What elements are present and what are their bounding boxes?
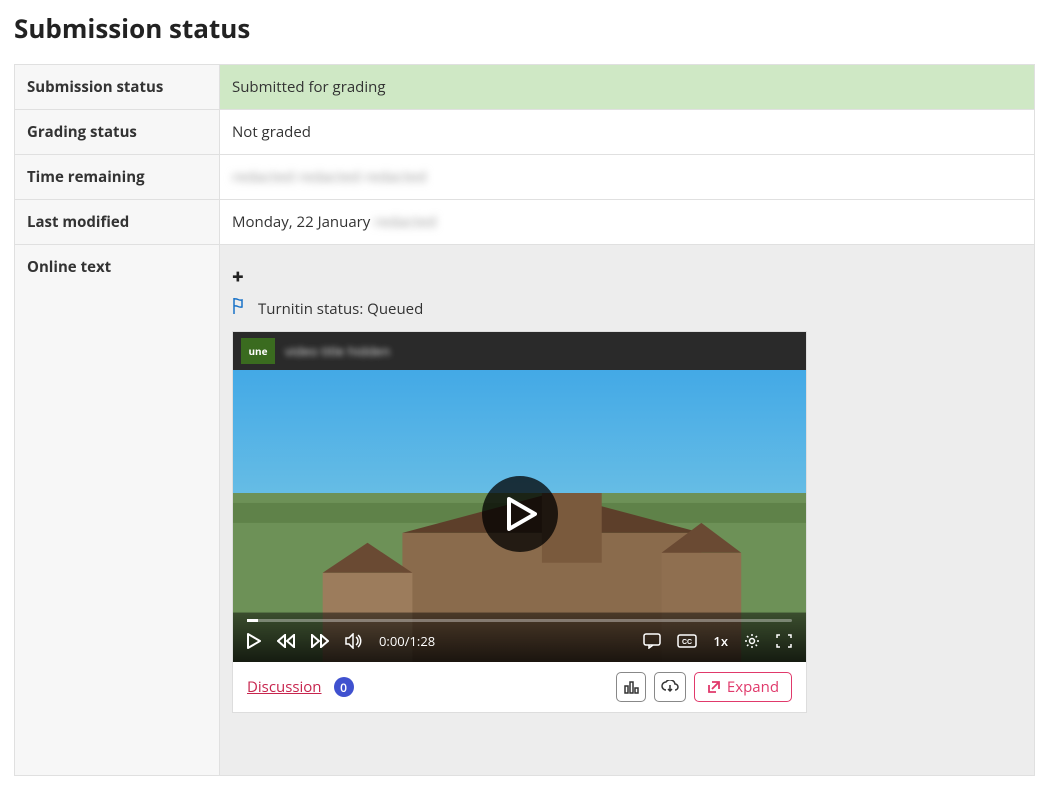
value-time-remaining: redacted redacted redacted: [220, 155, 1035, 200]
forward-icon: [311, 634, 329, 648]
row-online-text: Online text + Turnitin status: Queued un…: [15, 245, 1035, 776]
fullscreen-button[interactable]: [776, 634, 792, 648]
submission-status-table: Submission status Submitted for grading …: [14, 64, 1035, 776]
play-small-icon: [247, 633, 261, 649]
svg-text:CC: CC: [682, 639, 692, 646]
bar-chart-icon: [623, 680, 639, 694]
label-submission-status: Submission status: [15, 65, 220, 110]
download-cloud-icon: [661, 680, 679, 694]
row-grading-status: Grading status Not graded: [15, 110, 1035, 155]
discussion-link[interactable]: Discussion: [247, 677, 322, 697]
expand-icon: [707, 680, 721, 694]
expand-button[interactable]: Expand: [694, 672, 792, 702]
play-button[interactable]: [247, 633, 261, 649]
rewind-icon: [277, 634, 295, 648]
video-footer: Discussion 0 Expand: [233, 662, 806, 712]
speed-button[interactable]: 1x: [713, 632, 728, 650]
gear-icon: [744, 633, 760, 649]
label-last-modified: Last modified: [15, 200, 220, 245]
video-header: une video title hidden: [233, 332, 806, 370]
video-player: une video title hidden: [232, 331, 807, 713]
row-last-modified: Last modified Monday, 22 January redacte…: [15, 200, 1035, 245]
download-button[interactable]: [654, 672, 686, 702]
row-submission-status: Submission status Submitted for grading: [15, 65, 1035, 110]
row-time-remaining: Time remaining redacted redacted redacte…: [15, 155, 1035, 200]
value-last-modified: Monday, 22 January redacted: [220, 200, 1035, 245]
time-display: 0:00/1:28: [379, 632, 435, 650]
expand-label: Expand: [727, 677, 779, 697]
label-time-remaining: Time remaining: [15, 155, 220, 200]
volume-icon: [345, 633, 363, 649]
video-title-blurred: video title hidden: [285, 342, 390, 360]
forward-button[interactable]: [311, 634, 329, 648]
last-modified-date: Monday, 22 January: [232, 212, 370, 232]
label-online-text: Online text: [15, 245, 220, 776]
label-grading-status: Grading status: [15, 110, 220, 155]
progress-bar[interactable]: [247, 619, 792, 622]
time-remaining-blurred: redacted redacted redacted: [232, 167, 426, 187]
expand-toggle-icon[interactable]: +: [232, 263, 1022, 290]
analytics-button[interactable]: [616, 672, 646, 702]
une-logo: une: [241, 338, 275, 364]
captions-button[interactable]: CC: [677, 634, 697, 648]
last-modified-blurred: redacted: [374, 212, 436, 232]
turnitin-status-text: Turnitin status: Queued: [258, 299, 423, 319]
value-submission-status: Submitted for grading: [220, 65, 1035, 110]
play-icon: [507, 497, 537, 531]
rewind-button[interactable]: [277, 634, 295, 648]
discussion-count-badge: 0: [334, 677, 354, 697]
value-grading-status: Not graded: [220, 110, 1035, 155]
page-title: Submission status: [14, 10, 1035, 46]
video-viewport[interactable]: 0:00/1:28 CC 1x: [233, 370, 806, 662]
fullscreen-icon: [776, 634, 792, 648]
settings-button[interactable]: [744, 633, 760, 649]
comment-icon: [643, 633, 661, 649]
turnitin-flag-icon: [232, 298, 246, 319]
comments-button[interactable]: [643, 633, 661, 649]
volume-button[interactable]: [345, 633, 363, 649]
cc-icon: CC: [677, 634, 697, 648]
progress-fill: [247, 619, 258, 622]
video-controls: 0:00/1:28 CC 1x: [233, 611, 806, 662]
play-overlay-button[interactable]: [482, 476, 558, 552]
